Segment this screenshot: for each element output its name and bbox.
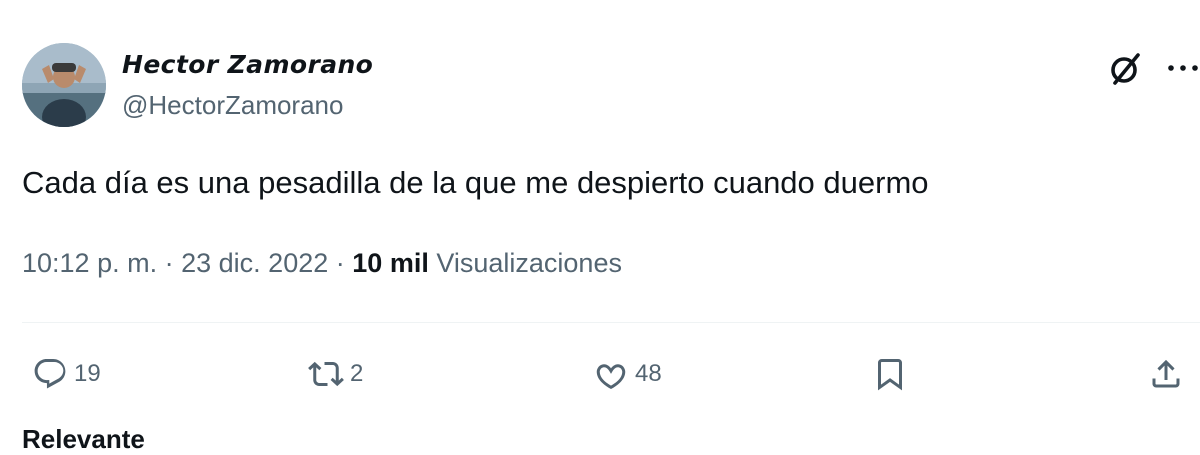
meta-separator: · xyxy=(335,248,345,278)
like-count: 48 xyxy=(635,360,662,387)
reply-icon xyxy=(34,359,66,389)
views-count: 10 mil xyxy=(352,248,429,278)
author-display-name[interactable]: Hector Zamorano xyxy=(122,50,373,79)
grok-icon[interactable] xyxy=(1108,52,1142,86)
tweet-date[interactable]: 23 dic. 2022 xyxy=(181,248,328,278)
repost-icon xyxy=(308,361,344,387)
share-icon xyxy=(1152,359,1180,388)
tweet-card: Hector Zamorano @HectorZamorano Cada día… xyxy=(0,0,1200,454)
tweet-time[interactable]: 10:12 p. m. xyxy=(22,248,157,278)
more-icon[interactable] xyxy=(1166,58,1200,78)
meta-separator: · xyxy=(164,248,174,278)
reply-count: 19 xyxy=(74,360,101,387)
tweet-text: Cada día es una pesadilla de la que me d… xyxy=(22,165,929,200)
reply-button[interactable]: 19 xyxy=(32,354,101,394)
like-button[interactable]: 48 xyxy=(593,354,662,394)
sort-label[interactable]: Relevante xyxy=(22,424,145,455)
bookmark-icon xyxy=(878,359,902,391)
repost-button[interactable]: 2 xyxy=(308,354,363,394)
views-label: Visualizaciones xyxy=(436,248,622,278)
repost-count: 2 xyxy=(350,360,364,387)
divider xyxy=(22,322,1200,323)
avatar-photo xyxy=(22,43,106,127)
tweet-meta: 10:12 p. m. · 23 dic. 2022 · 10 mil Visu… xyxy=(22,248,622,279)
share-button[interactable] xyxy=(1148,354,1184,394)
like-icon xyxy=(596,364,626,389)
bookmark-button[interactable] xyxy=(872,354,908,394)
author-handle[interactable]: @HectorZamorano xyxy=(122,90,343,121)
avatar[interactable] xyxy=(22,43,106,127)
